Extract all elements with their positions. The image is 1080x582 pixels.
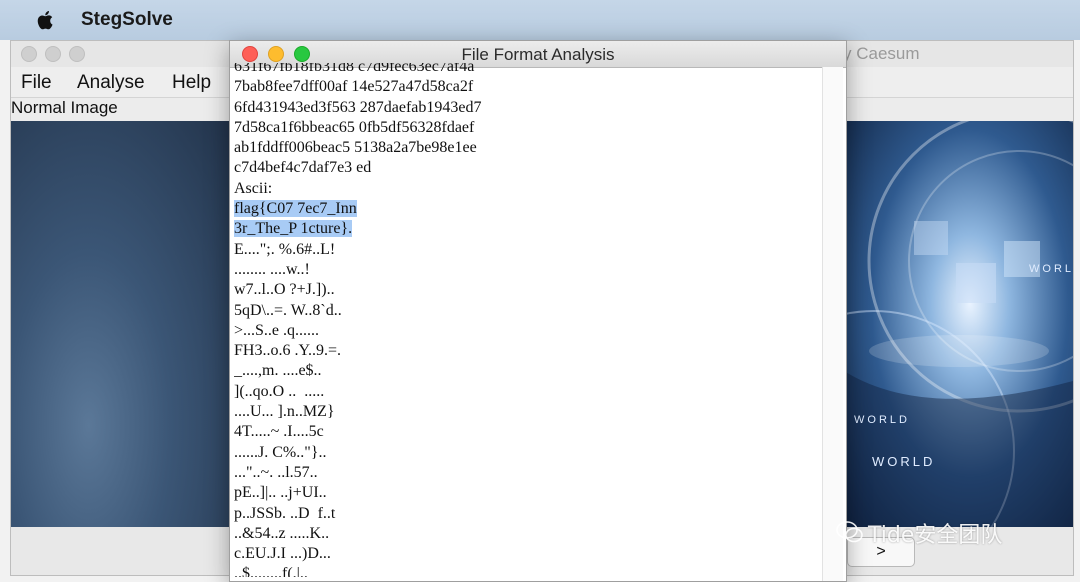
app-name-menu[interactable]: StegSolve bbox=[81, 9, 173, 31]
image-mode-label: Normal Image bbox=[11, 98, 118, 117]
analysis-text-area[interactable]: 631f67fb18fb31d8 c7d9fec63ec7af4a 7bab8fe… bbox=[234, 63, 820, 577]
menu-analyse[interactable]: Analyse bbox=[77, 72, 145, 94]
analysis-line: ....U... ].n..MZ} bbox=[234, 403, 335, 421]
menu-help[interactable]: Help bbox=[172, 72, 211, 94]
analysis-line: 6fd431943ed3f563 287daefab1943ed7 bbox=[234, 98, 482, 116]
analysis-line: c.EU.J.I ...)D... bbox=[234, 545, 331, 563]
analysis-line: w7..l..O ?+J.]).. bbox=[234, 281, 339, 299]
analysis-line: pE..]|.. ..j+UI.. bbox=[234, 484, 327, 502]
analysis-line: 3r_The_P 1cture}. bbox=[234, 220, 353, 238]
analysis-line: Ascii: bbox=[234, 179, 273, 197]
main-window-title: y Caesum bbox=[843, 44, 920, 63]
analysis-line: ab1fddff006beac5 5138a2a7be98e1ee bbox=[234, 139, 477, 157]
analysis-line: 4T.....~ .I....5c bbox=[234, 423, 324, 441]
world-label: WORLD bbox=[872, 454, 936, 469]
analysis-line: 631f67fb18fb31d8 c7d9fec63ec7af4a bbox=[234, 63, 475, 75]
analysis-line: p..JSSb. ..D f..t bbox=[234, 504, 336, 522]
analysis-line: >...S..e .q...... bbox=[234, 321, 320, 339]
main-minimize-button[interactable] bbox=[45, 46, 61, 62]
analysis-line: ..."..~. ..l.57.. bbox=[234, 463, 318, 481]
analysis-line: ......J. C%.."}.. bbox=[234, 443, 327, 461]
analysis-line: FH3..o.6 .Y..9.=. bbox=[234, 342, 341, 360]
dialog-title: File Format Analysis bbox=[461, 45, 615, 64]
watermark-text: Tide安全团队 bbox=[868, 523, 1003, 548]
analysis-line: c7d4bef4c7daf7e3 ed bbox=[234, 159, 372, 177]
analysis-line: E....";. %.6#..L! bbox=[234, 240, 336, 258]
image-left-visible-part bbox=[11, 121, 233, 527]
analysis-line: 7bab8fee7dff00af 14e527a47d58ca2f bbox=[234, 78, 474, 96]
menu-file[interactable]: File bbox=[21, 72, 52, 94]
analysis-line: ........ ....w..! bbox=[234, 260, 310, 278]
analysis-line: ..&54..z .....K.. bbox=[234, 524, 330, 542]
apple-icon[interactable] bbox=[36, 9, 56, 31]
main-close-button[interactable] bbox=[21, 46, 37, 62]
image-right-visible-part: WORLD WORLD WORLD bbox=[844, 121, 1073, 527]
file-format-analysis-window: File Format Analysis 631f67fb18fb31d8 c7… bbox=[229, 40, 847, 582]
analysis-line: _....,m. ....e$.. bbox=[234, 362, 322, 380]
analysis-line: ..$........f(.|.. bbox=[234, 565, 308, 577]
main-zoom-button[interactable] bbox=[69, 46, 85, 62]
analysis-line: flag{C07 7ec7_Inn bbox=[234, 200, 357, 218]
analysis-line: 5qD\..=. W..8`d.. bbox=[234, 301, 342, 319]
analysis-line: 7d58ca1f6bbeac65 0fb5df56328fdaef bbox=[234, 118, 475, 136]
world-label: WORLD bbox=[854, 414, 910, 426]
world-label: WORLD bbox=[1029, 263, 1073, 275]
wechat-icon bbox=[836, 521, 863, 543]
analysis-line: ](..qo.O .. ..... bbox=[234, 382, 325, 400]
macos-menubar: StegSolve bbox=[0, 0, 1080, 40]
vertical-scrollbar[interactable] bbox=[822, 67, 843, 581]
